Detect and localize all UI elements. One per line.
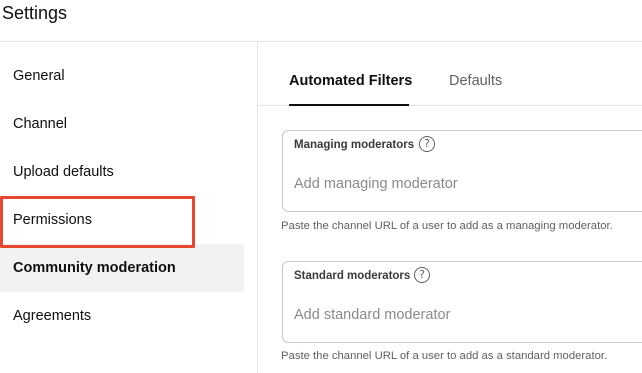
sidebar-item-upload-defaults[interactable]: Upload defaults <box>0 148 244 196</box>
active-tab-indicator <box>289 104 409 106</box>
managing-moderators-field: Managing moderators ? <box>282 130 642 212</box>
standard-moderator-input[interactable] <box>294 304 634 326</box>
managing-moderators-label: Managing moderators <box>294 139 415 151</box>
sidebar-item-community-moderation[interactable]: Community moderation <box>0 244 244 292</box>
settings-sidebar: General Channel Upload defaults Permissi… <box>0 42 258 373</box>
help-circle-icon[interactable]: ? <box>414 267 430 283</box>
sidebar-item-channel[interactable]: Channel <box>0 100 244 148</box>
sidebar-item-permissions[interactable]: Permissions <box>0 196 244 244</box>
main-panel: Automated Filters Defaults Managing mode… <box>258 42 642 373</box>
standard-moderators-hint: Paste the channel URL of a user to add a… <box>281 350 608 362</box>
help-circle-icon[interactable]: ? <box>419 136 435 152</box>
managing-moderator-input[interactable] <box>294 173 634 195</box>
standard-moderators-label: Standard moderators <box>294 270 411 282</box>
sidebar-item-agreements[interactable]: Agreements <box>0 292 244 340</box>
managing-moderators-hint: Paste the channel URL of a user to add a… <box>281 220 613 232</box>
settings-header: Settings <box>0 0 642 42</box>
sidebar-item-general[interactable]: General <box>0 52 244 100</box>
page-title: Settings <box>2 3 68 23</box>
tab-defaults[interactable]: Defaults <box>449 42 502 106</box>
standard-moderators-field: Standard moderators ? <box>282 261 642 343</box>
tabs-bar: Automated Filters Defaults <box>258 42 642 106</box>
tab-automated-filters[interactable]: Automated Filters <box>289 42 412 106</box>
